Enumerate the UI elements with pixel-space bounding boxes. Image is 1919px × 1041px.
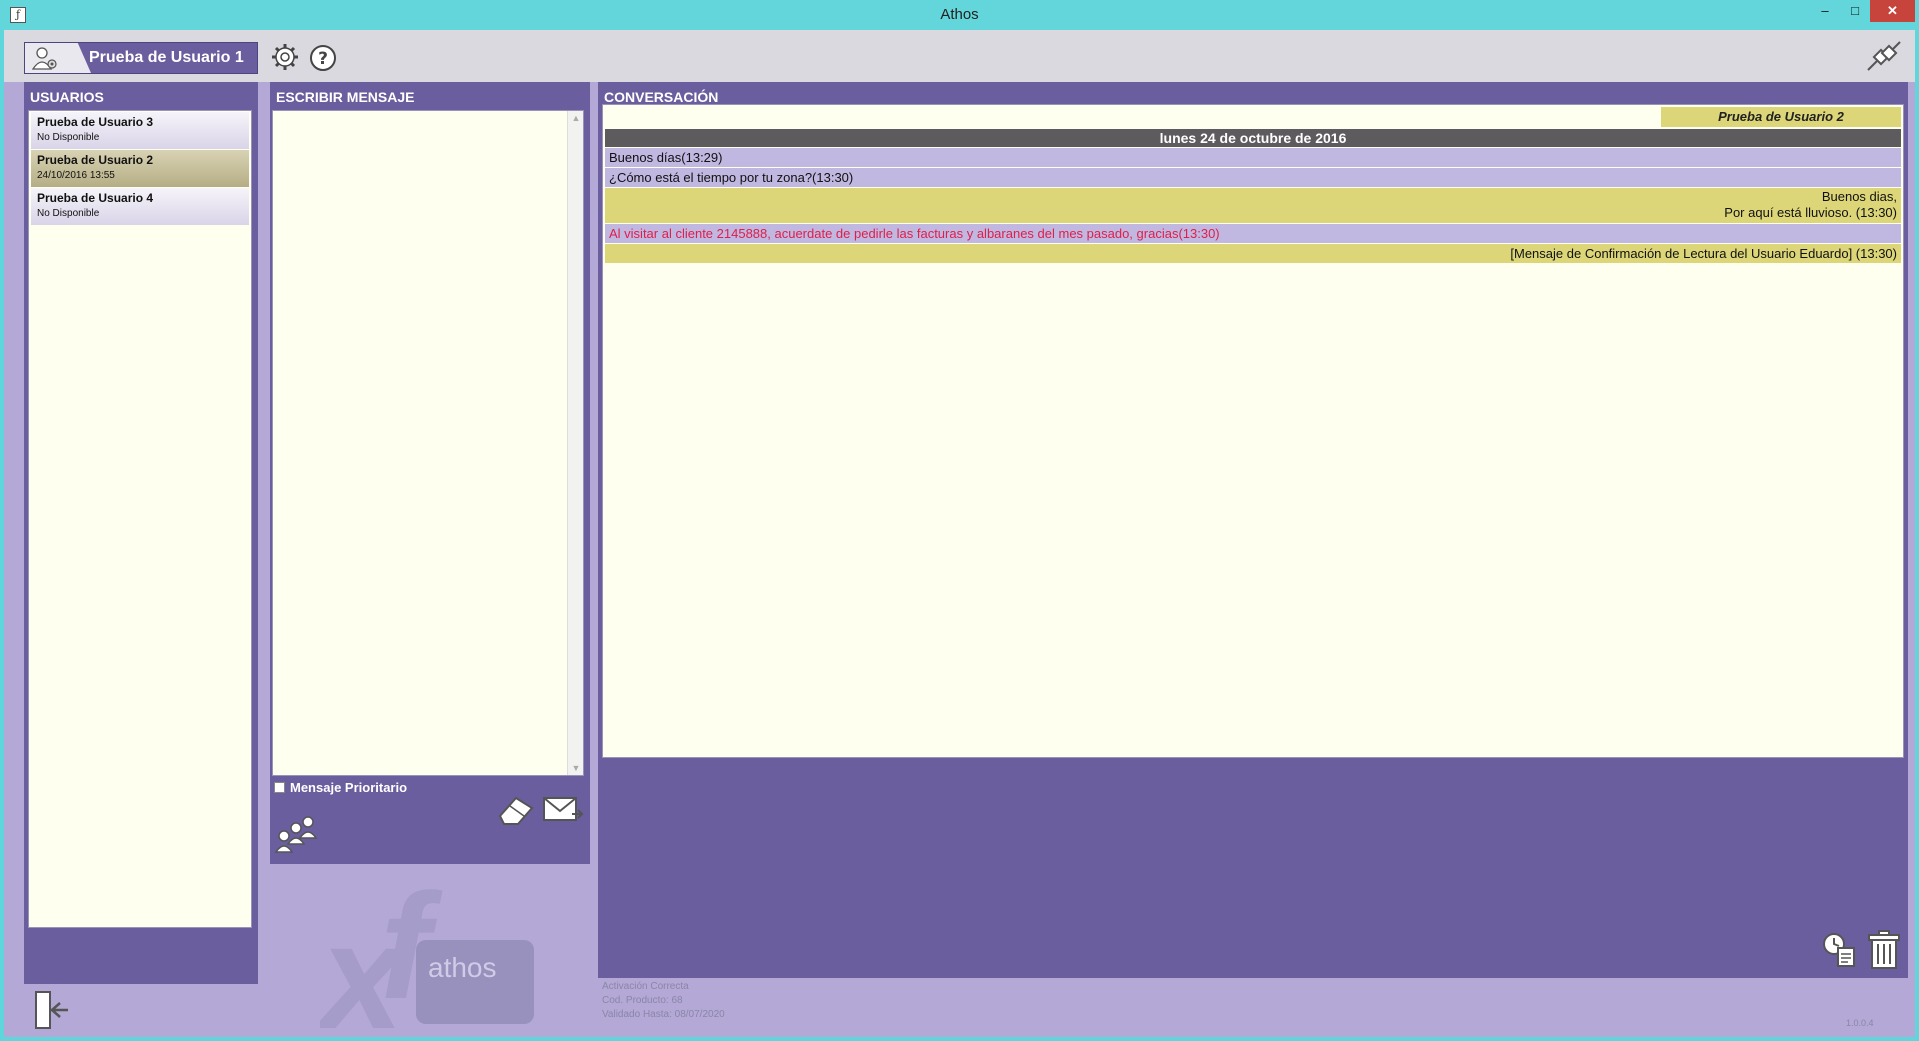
users-panel-title: USUARIOS (24, 82, 258, 110)
message-read-receipt: [Mensaje de Confirmación de Lectura del … (605, 244, 1901, 263)
list-item-user-selected[interactable]: Prueba de Usuario 2 24/10/2016 13:55 (31, 150, 249, 187)
user-status: No Disponible (37, 132, 100, 143)
message-incoming: ¿Cómo está el tiempo por tu zona?(13:30) (605, 168, 1901, 187)
activation-status: Activación Correcta (602, 981, 689, 992)
minimize-button[interactable]: – (1810, 0, 1840, 22)
app-body: Prueba de Usuario 1 ? USUARIOS Prueba de… (4, 30, 1915, 1041)
exit-door-icon[interactable] (28, 988, 72, 1032)
list-item-user[interactable]: Prueba de Usuario 3 No Disponible (31, 112, 249, 149)
scroll-down-icon[interactable]: ▼ (568, 763, 584, 773)
group-users-icon[interactable] (274, 814, 318, 856)
trash-icon[interactable] (1866, 930, 1902, 970)
top-toolbar: Prueba de Usuario 1 ? (4, 30, 1915, 82)
valid-until: Validado Hasta: 08/07/2020 (602, 1009, 725, 1020)
version-label: 1.0.0.4 (1846, 1018, 1874, 1028)
message-priority: Al visitar al cliente 2145888, acuerdate… (605, 224, 1901, 243)
conversation-panel: CONVERSACIÓN Prueba de Usuario 2 lunes 2… (598, 82, 1908, 978)
recipient-tag: Prueba de Usuario 2 (1661, 107, 1901, 127)
compose-panel-title: ESCRIBIR MENSAJE (270, 82, 590, 110)
message-text: Buenos días(13:29) (609, 150, 723, 165)
message-text: [Mensaje de Confirmación de Lectura del … (1510, 246, 1897, 261)
eraser-icon[interactable] (496, 792, 536, 826)
priority-label: Mensaje Prioritario (290, 780, 408, 795)
license-info: Activación Correcta Cod. Producto: 68 Va… (602, 980, 725, 1022)
xf-athos-logo: x f athos (313, 862, 540, 1041)
close-button[interactable]: ✕ (1870, 0, 1915, 22)
gear-icon[interactable] (270, 42, 300, 72)
disconnect-plug-icon[interactable] (1864, 38, 1904, 74)
current-user-name: Prueba de Usuario 1 (89, 49, 244, 66)
compose-panel: ESCRIBIR MENSAJE ▲ ▼ Mensaje Prioritario (270, 82, 590, 864)
compose-scrollbar[interactable]: ▲ ▼ (567, 111, 583, 775)
list-item-user[interactable]: Prueba de Usuario 4 No Disponible (31, 188, 249, 225)
message-incoming: Buenos días(13:29) (605, 148, 1901, 167)
history-icon[interactable] (1820, 930, 1860, 970)
window-titlebar: ƒ Athos – □ ✕ (0, 0, 1919, 30)
message-text: ¿Cómo está el tiempo por tu zona?(13:30) (609, 170, 854, 185)
date-separator: lunes 24 de octubre de 2016 (605, 129, 1901, 147)
user-status: No Disponible (37, 208, 100, 219)
current-user-badge[interactable]: Prueba de Usuario 1 (24, 42, 258, 74)
message-text: Al visitar al cliente 2145888, acuerdate… (609, 226, 1220, 241)
message-outgoing: Buenos dias, Por aquí está lluvioso. (13… (605, 188, 1901, 223)
user-name: Prueba de Usuario 2 (37, 153, 154, 167)
user-name: Prueba de Usuario 3 (37, 115, 154, 129)
user-name: Prueba de Usuario 4 (37, 191, 154, 205)
message-textarea[interactable]: ▲ ▼ (272, 110, 584, 776)
logo-text: athos (428, 952, 497, 983)
user-status: 24/10/2016 13:55 (37, 170, 115, 181)
conversation-area: Prueba de Usuario 2 lunes 24 de octubre … (602, 104, 1904, 758)
users-list: Prueba de Usuario 3 No Disponible Prueba… (28, 110, 252, 928)
help-icon[interactable]: ? (308, 42, 338, 72)
message-text: Por aquí está lluvioso. (13:30) (1724, 205, 1897, 220)
product-code: Cod. Producto: 68 (602, 995, 683, 1006)
maximize-button[interactable]: □ (1840, 0, 1870, 22)
users-panel: USUARIOS Prueba de Usuario 3 No Disponib… (24, 82, 258, 984)
message-text: Buenos dias, (1821, 189, 1897, 204)
scroll-up-icon[interactable]: ▲ (568, 113, 584, 123)
svg-text:?: ? (318, 49, 328, 69)
send-mail-icon[interactable] (542, 792, 584, 826)
user-settings-icon (25, 43, 91, 73)
window-title: Athos (940, 6, 979, 23)
priority-checkbox[interactable] (274, 782, 285, 793)
